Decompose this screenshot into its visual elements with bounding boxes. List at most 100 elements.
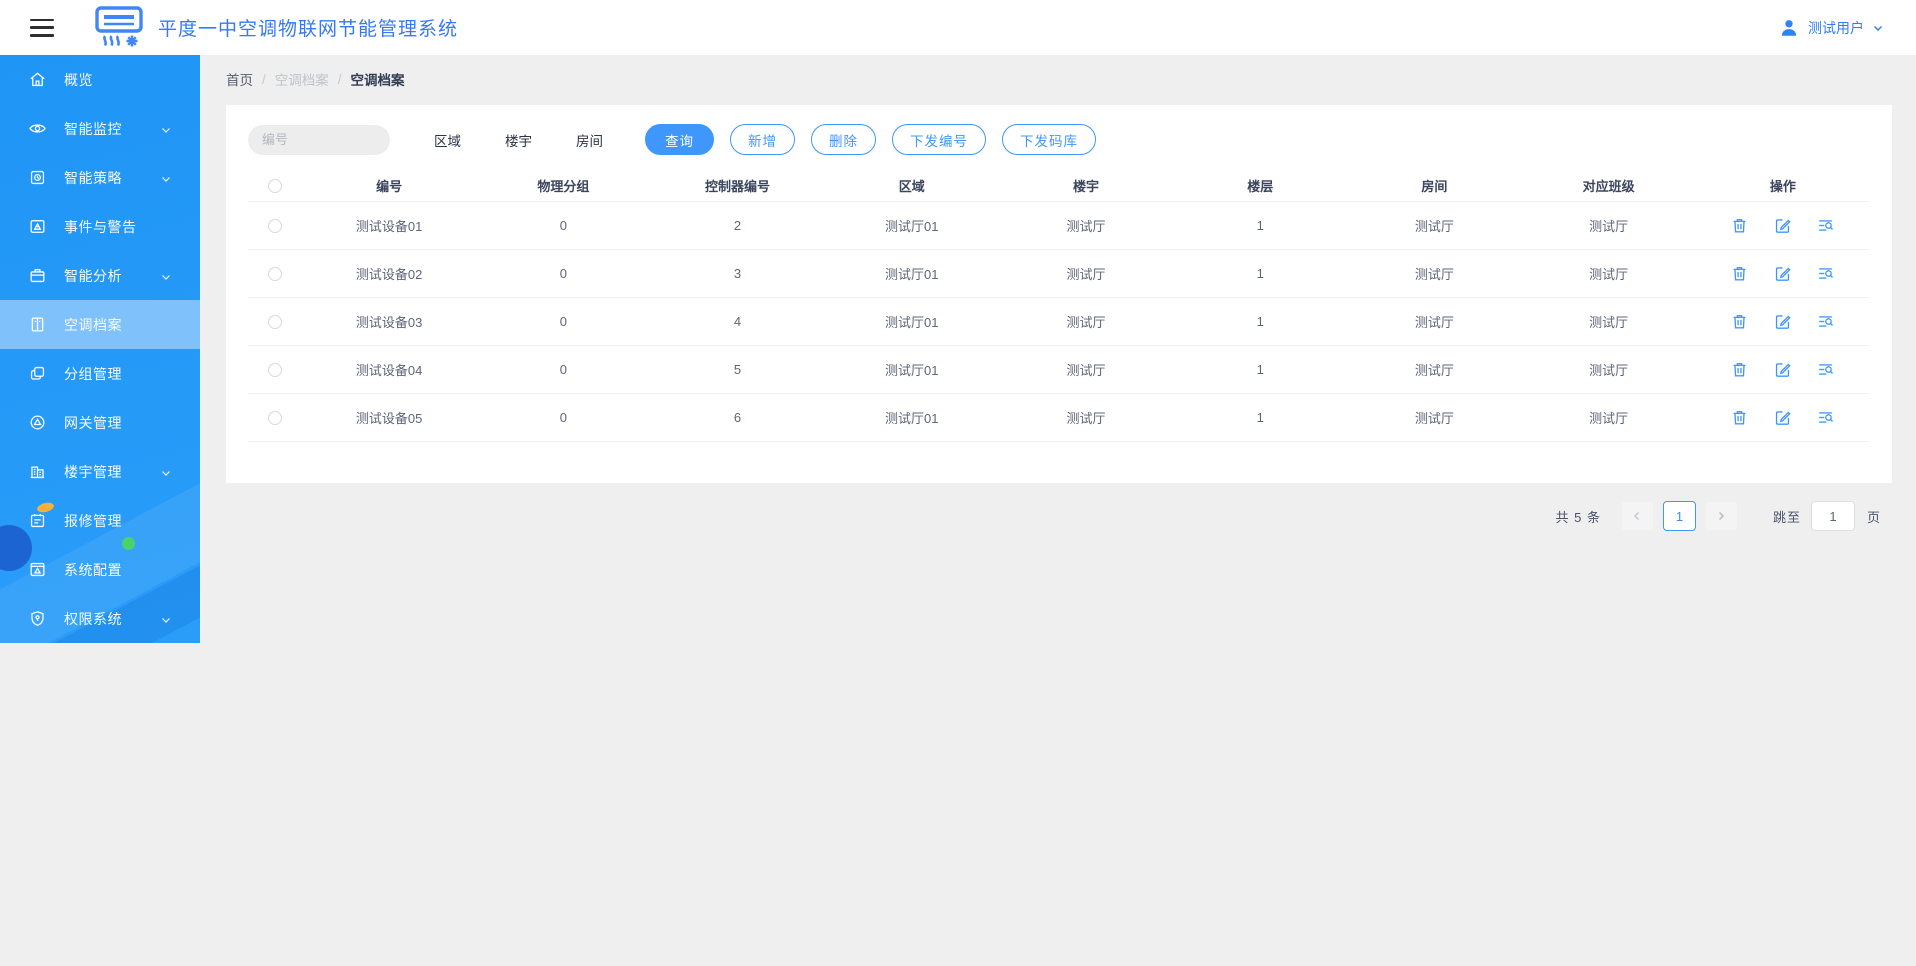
sidebar-item-strategy[interactable]: 智能策略 [0, 153, 200, 202]
edit-row-icon[interactable] [1773, 312, 1792, 331]
row-select-radio[interactable] [268, 267, 282, 281]
sidebar-item-repair-management[interactable]: 报修管理 [0, 496, 200, 545]
add-button[interactable]: 新增 [730, 124, 795, 155]
cell-number: 测试设备01 [302, 216, 476, 235]
sidebar-item-gateway-management[interactable]: 网关管理 [0, 398, 200, 447]
edit-row-icon[interactable] [1773, 408, 1792, 427]
pagination: 共 5 条 1 跳至 页 [226, 499, 1892, 533]
breadcrumb-separator: / [262, 72, 266, 87]
table-row: 测试设备02 0 3 测试厅01 测试厅 1 测试厅 测试厅 [248, 250, 1870, 298]
delete-row-icon[interactable] [1730, 360, 1749, 379]
building-filter-dropdown[interactable]: 楼宇 [505, 130, 532, 150]
cell-floor: 1 [1173, 266, 1347, 281]
chevron-down-icon [160, 270, 172, 282]
delete-row-icon[interactable] [1730, 264, 1749, 283]
area-filter-dropdown[interactable]: 区域 [434, 130, 461, 150]
sidebar-item-label: 报修管理 [64, 511, 122, 531]
column-header-number: 编号 [302, 176, 476, 195]
breadcrumb-parent: 空调档案 [275, 69, 329, 89]
cell-class: 测试厅 [1522, 408, 1696, 427]
send-number-button[interactable]: 下发编号 [892, 124, 986, 155]
cell-floor: 1 [1173, 218, 1347, 233]
send-codebase-button[interactable]: 下发码库 [1002, 124, 1096, 155]
sidebar-item-overview[interactable]: 概览 [0, 55, 200, 104]
user-menu[interactable]: 测试用户 [1778, 17, 1884, 39]
cell-class: 测试厅 [1522, 312, 1696, 331]
air-conditioner-logo-icon [94, 5, 144, 51]
chevron-right-icon [1715, 510, 1727, 522]
cell-controller-no: 2 [650, 218, 824, 233]
sidebar-item-monitoring[interactable]: 智能监控 [0, 104, 200, 153]
chevron-down-icon [160, 466, 172, 478]
cell-class: 测试厅 [1522, 360, 1696, 379]
view-detail-icon[interactable] [1816, 360, 1835, 379]
row-select-radio[interactable] [268, 411, 282, 425]
cell-building: 测试厅 [999, 408, 1173, 427]
next-page-button[interactable] [1705, 501, 1738, 531]
page: 平度一中空调物联网节能管理系统 测试用户 概览 [0, 0, 1916, 966]
cell-floor: 1 [1173, 362, 1347, 377]
table-row: 测试设备03 0 4 测试厅01 测试厅 1 测试厅 测试厅 [248, 298, 1870, 346]
user-avatar-icon [1778, 17, 1800, 39]
current-page-button[interactable]: 1 [1663, 501, 1696, 531]
row-select-radio[interactable] [268, 315, 282, 329]
sidebar-item-permission-system[interactable]: 权限系统 [0, 594, 200, 643]
page-unit-label: 页 [1867, 507, 1880, 526]
eye-icon [28, 119, 47, 138]
chevron-left-icon [1631, 510, 1643, 522]
delete-row-icon[interactable] [1730, 408, 1749, 427]
sidebar-item-analysis[interactable]: 智能分析 [0, 251, 200, 300]
room-filter-dropdown[interactable]: 房间 [576, 130, 603, 150]
sidebar-item-system-config[interactable]: 系统配置 [0, 545, 200, 594]
cell-controller-no: 4 [650, 314, 824, 329]
query-button[interactable]: 查询 [645, 124, 714, 155]
cell-room: 测试厅 [1347, 360, 1521, 379]
jump-page-input[interactable] [1811, 501, 1855, 531]
edit-row-icon[interactable] [1773, 360, 1792, 379]
view-detail-icon[interactable] [1816, 408, 1835, 427]
cell-physical-group: 0 [476, 266, 650, 281]
edit-row-icon[interactable] [1773, 216, 1792, 235]
sidebar-item-ac-archive[interactable]: 空调档案 [0, 300, 200, 349]
breadcrumb: 首页 / 空调档案 / 空调档案 [226, 55, 405, 103]
sidebar-item-label: 楼宇管理 [64, 462, 122, 482]
column-header-actions: 操作 [1696, 176, 1870, 195]
breadcrumb-current: 空调档案 [351, 69, 405, 89]
column-header-room: 房间 [1347, 176, 1521, 195]
app-title: 平度一中空调物联网节能管理系统 [158, 14, 458, 41]
column-header-floor: 楼层 [1173, 176, 1347, 195]
table-header-row: 编号 物理分组 控制器编号 区域 楼宇 楼层 房间 对应班级 操作 [248, 169, 1870, 202]
prev-page-button[interactable] [1621, 501, 1654, 531]
permission-shield-icon [28, 609, 47, 628]
content-card: 区域 楼宇 房间 查询 新增 删除 下发编号 下发码库 编号 物理分组 控制器编… [226, 105, 1892, 483]
sidebar-item-events-alerts[interactable]: 事件与警告 [0, 202, 200, 251]
delete-row-icon[interactable] [1730, 312, 1749, 331]
sidebar-item-label: 智能策略 [64, 168, 122, 188]
view-detail-icon[interactable] [1816, 312, 1835, 331]
number-search-input[interactable] [248, 125, 390, 155]
home-icon [28, 70, 47, 89]
breadcrumb-home-link[interactable]: 首页 [226, 69, 253, 89]
edit-row-icon[interactable] [1773, 264, 1792, 283]
repair-calendar-icon [28, 511, 47, 530]
delete-button[interactable]: 删除 [811, 124, 876, 155]
sidebar-item-building-management[interactable]: 楼宇管理 [0, 447, 200, 496]
delete-row-icon[interactable] [1730, 216, 1749, 235]
column-header-building: 楼宇 [999, 176, 1173, 195]
row-select-radio[interactable] [268, 363, 282, 377]
view-detail-icon[interactable] [1816, 216, 1835, 235]
hamburger-menu-icon[interactable] [30, 19, 54, 37]
sidebar-item-label: 系统配置 [64, 560, 122, 580]
cell-room: 测试厅 [1347, 216, 1521, 235]
filter-toolbar: 区域 楼宇 房间 查询 新增 删除 下发编号 下发码库 [248, 124, 1870, 155]
select-all-radio[interactable] [268, 179, 282, 193]
gateway-icon [28, 413, 47, 432]
cell-class: 测试厅 [1522, 216, 1696, 235]
cell-room: 测试厅 [1347, 312, 1521, 331]
cell-area: 测试厅01 [825, 216, 999, 235]
sidebar-item-group-management[interactable]: 分组管理 [0, 349, 200, 398]
view-detail-icon[interactable] [1816, 264, 1835, 283]
cell-area: 测试厅01 [825, 312, 999, 331]
cell-number: 测试设备04 [302, 360, 476, 379]
row-select-radio[interactable] [268, 219, 282, 233]
